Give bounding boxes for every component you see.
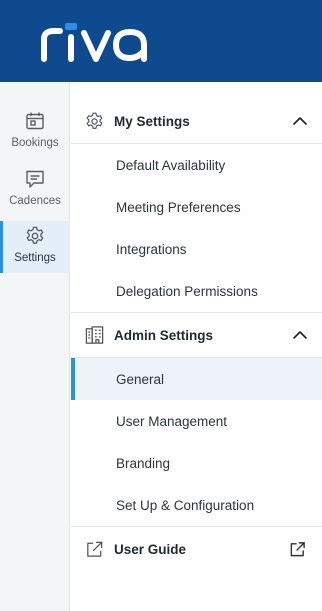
admin-settings-header[interactable]: Admin Settings — [71, 315, 322, 355]
menu-item-setup-configuration[interactable]: Set Up & Configuration — [71, 484, 322, 526]
top-header — [0, 0, 322, 82]
admin-settings-title: Admin Settings — [114, 327, 214, 343]
divider — [71, 526, 322, 527]
menu-item-label: General — [116, 371, 165, 387]
external-link-icon — [87, 541, 103, 557]
menu-item-branding[interactable]: Branding — [71, 442, 322, 484]
rail-item-label: Bookings — [11, 137, 59, 149]
rail-item-label: Cadences — [9, 195, 61, 207]
gear-icon — [86, 112, 103, 129]
building-icon — [85, 325, 104, 344]
gear-icon — [26, 226, 44, 244]
chevron-up-icon[interactable] — [292, 327, 308, 343]
user-guide-title: User Guide — [114, 541, 187, 557]
menu-item-label: Default Availability — [116, 157, 226, 173]
my-settings-title: My Settings — [114, 113, 190, 129]
message-icon — [26, 170, 44, 188]
calendar-icon — [26, 112, 44, 130]
divider — [71, 312, 322, 313]
menu-item-delegation-permissions[interactable]: Delegation Permissions — [71, 270, 322, 312]
menu-item-default-availability[interactable]: Default Availability — [71, 144, 322, 186]
settings-panel: My Settings Default Availability Meeting… — [71, 82, 322, 611]
menu-item-integrations[interactable]: Integrations — [71, 228, 322, 270]
menu-item-label: Set Up & Configuration — [116, 497, 255, 513]
external-link-icon[interactable] — [289, 541, 306, 558]
menu-item-label: Integrations — [116, 241, 187, 257]
rail-item-label: Settings — [14, 252, 56, 264]
menu-item-label: Meeting Preferences — [116, 199, 241, 215]
side-rail: Bookings Cadences Settings — [0, 82, 70, 611]
menu-item-meeting-preferences[interactable]: Meeting Preferences — [71, 186, 322, 228]
rail-item-cadences[interactable]: Cadences — [0, 164, 70, 216]
rail-item-settings[interactable]: Settings — [0, 221, 70, 273]
menu-item-label: Branding — [116, 455, 171, 471]
riva-logo[interactable] — [40, 23, 152, 63]
menu-item-label: User Management — [116, 413, 228, 429]
menu-item-user-management[interactable]: User Management — [71, 400, 322, 442]
menu-item-label: Delegation Permissions — [116, 283, 258, 299]
user-guide-link[interactable]: User Guide — [71, 529, 322, 569]
my-settings-header[interactable]: My Settings — [71, 101, 322, 141]
menu-item-general[interactable]: General — [71, 358, 322, 400]
chevron-up-icon[interactable] — [292, 113, 308, 129]
rail-item-bookings[interactable]: Bookings — [0, 106, 70, 158]
